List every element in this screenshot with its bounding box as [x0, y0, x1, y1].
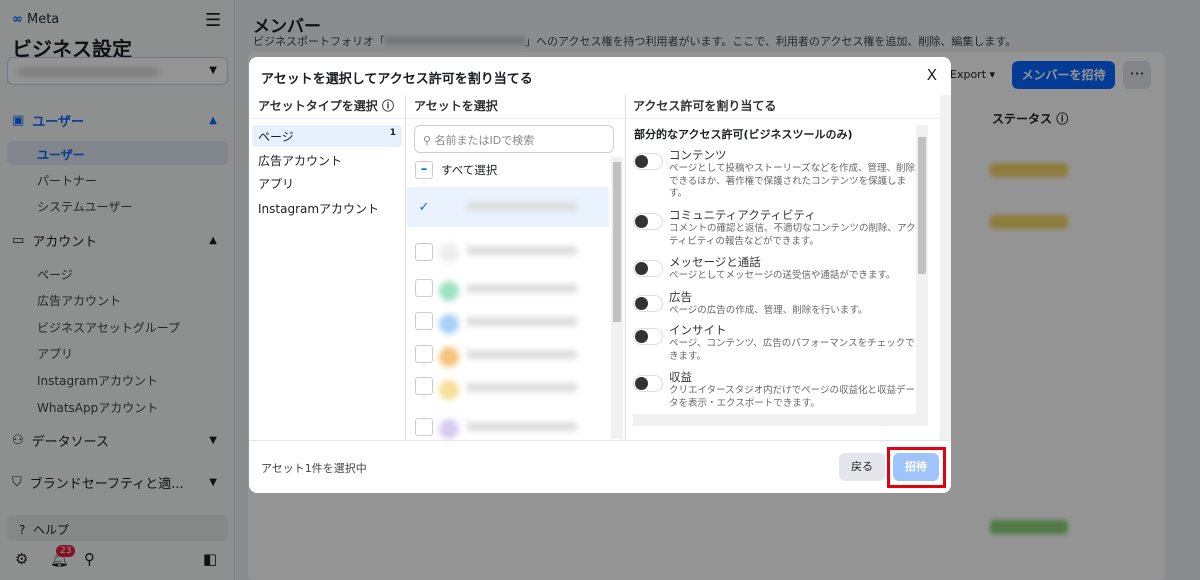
asset-checkbox[interactable] [415, 377, 433, 395]
asset-type-instagram[interactable]: Instagramアカウント [252, 197, 402, 219]
type-count: 1 [389, 128, 396, 138]
toggle-switch[interactable] [633, 153, 663, 170]
close-icon[interactable]: X [927, 66, 937, 84]
asset-type-pages[interactable]: ページ 1 [252, 125, 402, 147]
select-all-label: すべて選択 [441, 163, 498, 177]
permission-community: コミュニティアクティビティ コメントの確認と返信、不適切なコンテンツの削除、アクテ… [633, 207, 923, 248]
assign-assets-dialog: アセットを選択してアクセス許可を割り当てる X アセットタイプを選択 ⓘ アセッ… [249, 57, 951, 493]
perm-desc: コメントの確認と返信、不適切なコンテンツの削除、アクティビティの報告などができま… [669, 223, 916, 247]
permission-ads: 広告 ページの広告の作成、管理、削除を行います。 [633, 289, 923, 318]
permissions-h-scrollbar[interactable] [633, 414, 928, 426]
asset-checkbox[interactable] [415, 418, 433, 436]
perm-desc: ページとしてメッセージの送受信や通話ができます。 [669, 270, 896, 281]
search-placeholder: 名前またはIDで検索 [434, 134, 535, 147]
perm-title: メッセージと通話 [669, 255, 761, 269]
toggle-switch[interactable] [633, 295, 663, 312]
type-label: ページ [258, 130, 294, 144]
asset-checkbox[interactable] [415, 345, 433, 363]
permission-insights: インサイト ページ、コンテンツ、広告のパフォーマンスをチェックできます。 [633, 322, 923, 363]
toggle-switch[interactable] [633, 328, 663, 345]
asset-checkbox[interactable] [415, 312, 433, 330]
asset-checkbox[interactable] [415, 279, 433, 297]
selection-count: アセット1件を選択中 [261, 462, 367, 475]
checkbox-checked[interactable]: ✓ [415, 199, 433, 217]
permission-messages: メッセージと通話 ページとしてメッセージの送受信や通話ができます。 [633, 254, 923, 283]
permissions-header: アクセス許可を割り当てる [633, 99, 777, 113]
asset-row[interactable] [407, 231, 607, 271]
dialog-title: アセットを選択してアクセス許可を割り当てる [261, 72, 533, 87]
perm-desc: クリエイタースタジオ内だけでページの収益化と収益データを表示・エクスポートできま… [669, 385, 915, 409]
asset-checkbox[interactable] [415, 243, 433, 261]
perm-title: コミュニティアクティビティ [669, 208, 816, 222]
asset-type-apps[interactable]: アプリ [252, 172, 402, 194]
col1-label: アセットタイプを選択 [258, 99, 378, 113]
perm-desc: ページの広告の作成、管理、削除を行います。 [669, 305, 868, 316]
asset-select-header: アセットを選択 [414, 99, 498, 113]
select-all-checkbox[interactable]: – [415, 161, 433, 179]
perm-desc: ページとして投稿やストーリーズなどを作成、管理、削除できるほか、著作権で保護され… [669, 163, 916, 199]
dialog-scrollbar[interactable] [940, 95, 951, 440]
asset-row[interactable] [407, 407, 607, 447]
permissions-scrollbar[interactable] [916, 125, 928, 415]
asset-row[interactable] [407, 368, 607, 408]
perm-title: コンテンツ [669, 148, 727, 162]
asset-type-ad-accounts[interactable]: 広告アカウント [252, 149, 402, 171]
toggle-switch[interactable] [633, 213, 663, 230]
asset-search-input[interactable]: ⚲ 名前またはIDで検索 [414, 125, 614, 153]
partial-access-header: 部分的なアクセス許可(ビジネスツールのみ) [634, 128, 853, 141]
asset-type-header: アセットタイプを選択 ⓘ [258, 99, 394, 113]
asset-row[interactable] [407, 187, 609, 227]
highlight-box [887, 447, 946, 488]
perm-title: 収益 [669, 370, 692, 384]
toggle-switch[interactable] [633, 260, 663, 277]
perm-title: 広告 [669, 290, 692, 304]
toggle-switch[interactable] [633, 375, 663, 392]
permission-content: コンテンツ ページとして投稿やストーリーズなどを作成、管理、削除できるほか、著作権… [633, 147, 923, 201]
back-button[interactable]: 戻る [839, 453, 885, 481]
perm-title: インサイト [669, 323, 727, 337]
perm-desc: ページ、コンテンツ、広告のパフォーマンスをチェックできます。 [669, 338, 915, 362]
asset-list-scrollbar[interactable] [611, 157, 623, 439]
permission-revenue: 収益 クリエイタースタジオ内だけでページの収益化と収益データを表示・エクスポートで… [633, 369, 923, 410]
